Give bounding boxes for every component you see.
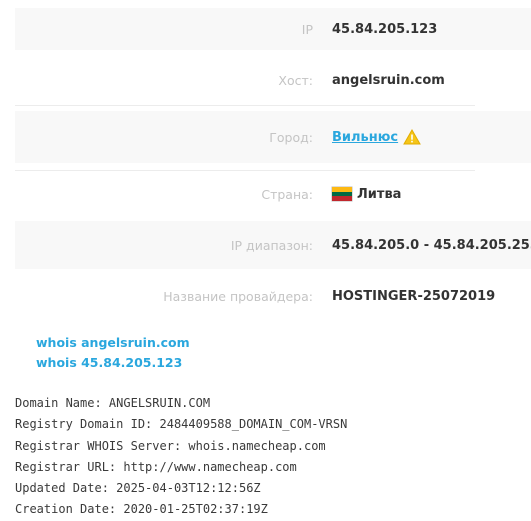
ip-row: IP 45.84.205.123 <box>15 8 531 50</box>
whois-output: Domain Name: ANGELSRUIN.COM Registry Dom… <box>15 393 347 521</box>
city-row: Город: Вильнюс <box>15 111 531 163</box>
city-label: Город: <box>269 129 313 145</box>
whois-links: whois angelsruin.com whois 45.84.205.123 <box>36 333 190 373</box>
host-row: Хост: angelsruin.com <box>15 58 531 102</box>
whois-line: Registry Domain ID: 2484409588_DOMAIN_CO… <box>15 417 348 432</box>
ip-range-row: IP диапазон: 45.84.205.0 - 45.84.205.255 <box>15 221 531 269</box>
whois-line: Updated Date: 2025-04-03T12:12:56Z <box>15 481 261 496</box>
city-value-wrap: Вильнюс <box>332 129 421 145</box>
ip-range-value: 45.84.205.0 - 45.84.205.255 <box>332 237 531 253</box>
host-value: angelsruin.com <box>332 72 445 88</box>
city-link[interactable]: Вильнюс <box>332 130 398 145</box>
whois-ip-link[interactable]: whois 45.84.205.123 <box>36 353 190 373</box>
whois-domain-link[interactable]: whois angelsruin.com <box>36 333 190 353</box>
country-value: Литва <box>357 186 402 202</box>
row-divider <box>15 105 475 106</box>
whois-line: Domain Name: ANGELSRUIN.COM <box>15 396 211 410</box>
whois-line: Creation Date: 2020-01-25T02:37:19Z <box>15 502 268 517</box>
ip-range-label: IP диапазон: <box>230 237 313 253</box>
ip-label: IP <box>301 21 313 37</box>
provider-label: Название провайдера: <box>163 288 313 304</box>
country-row: Страна: Литва <box>15 172 531 216</box>
warning-icon <box>403 129 421 145</box>
whois-line: Registrar URL: http://www.namecheap.com <box>15 459 297 474</box>
host-label: Хост: <box>278 72 313 88</box>
country-label: Страна: <box>261 186 313 202</box>
row-divider <box>15 170 475 171</box>
provider-row: Название провайдера: HOSTINGER-25072019 <box>15 274 531 318</box>
ip-value: 45.84.205.123 <box>332 21 438 37</box>
lithuania-flag-icon <box>332 187 352 201</box>
provider-value: HOSTINGER-25072019 <box>332 288 496 304</box>
whois-line: Registrar WHOIS Server: whois.namecheap.… <box>15 438 326 453</box>
country-value-wrap: Литва <box>332 187 401 202</box>
